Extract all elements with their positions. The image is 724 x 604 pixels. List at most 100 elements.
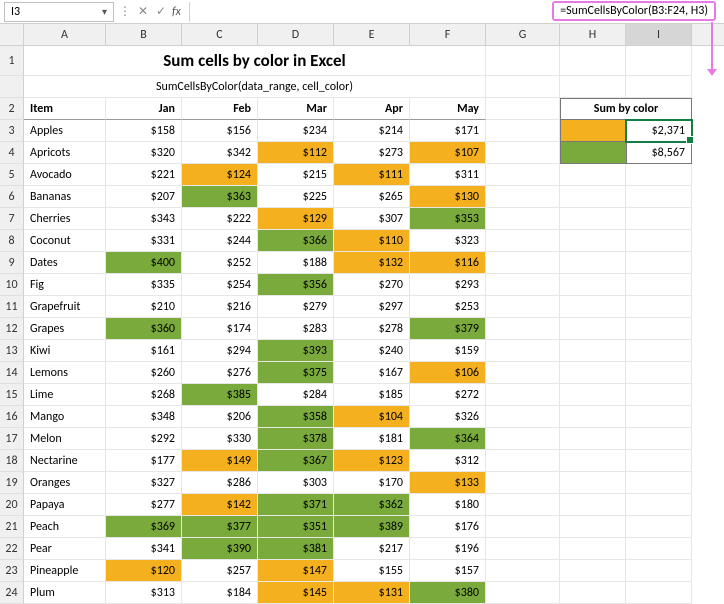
data-cell[interactable]: $253 bbox=[410, 296, 486, 318]
cell[interactable] bbox=[486, 340, 560, 362]
item-cell[interactable]: Papaya bbox=[24, 494, 106, 516]
cell[interactable] bbox=[626, 538, 692, 560]
item-cell[interactable]: Dates bbox=[24, 252, 106, 274]
cell[interactable] bbox=[486, 76, 560, 98]
data-cell[interactable]: $272 bbox=[410, 384, 486, 406]
item-cell[interactable]: Cherries bbox=[24, 208, 106, 230]
col-header[interactable]: H bbox=[560, 24, 626, 45]
item-cell[interactable]: Coconut bbox=[24, 230, 106, 252]
cell[interactable] bbox=[626, 296, 692, 318]
data-cell[interactable]: $132 bbox=[334, 252, 410, 274]
cell[interactable] bbox=[486, 120, 560, 142]
cell[interactable] bbox=[626, 252, 692, 274]
cell[interactable] bbox=[626, 164, 692, 186]
cell[interactable] bbox=[486, 142, 560, 164]
data-cell[interactable]: $254 bbox=[182, 274, 258, 296]
item-cell[interactable]: Apples bbox=[24, 120, 106, 142]
col-header[interactable]: B bbox=[106, 24, 182, 45]
cell[interactable] bbox=[560, 450, 626, 472]
cell[interactable] bbox=[560, 230, 626, 252]
data-cell[interactable]: $358 bbox=[258, 406, 334, 428]
data-cell[interactable]: $292 bbox=[106, 428, 182, 450]
item-cell[interactable]: Pineapple bbox=[24, 560, 106, 582]
data-cell[interactable]: $147 bbox=[258, 560, 334, 582]
sum-value-orange[interactable]: $2,371 bbox=[626, 120, 692, 142]
data-cell[interactable]: $326 bbox=[410, 406, 486, 428]
cell[interactable] bbox=[560, 186, 626, 208]
data-cell[interactable]: $177 bbox=[106, 450, 182, 472]
row-header[interactable]: 9 bbox=[0, 252, 24, 274]
data-cell[interactable]: $184 bbox=[182, 582, 258, 604]
data-cell[interactable]: $216 bbox=[182, 296, 258, 318]
cell[interactable] bbox=[486, 384, 560, 406]
item-cell[interactable]: Bananas bbox=[24, 186, 106, 208]
data-cell[interactable]: $161 bbox=[106, 340, 182, 362]
data-cell[interactable]: $385 bbox=[182, 384, 258, 406]
cell[interactable] bbox=[486, 406, 560, 428]
col-header[interactable]: G bbox=[486, 24, 560, 45]
cell[interactable] bbox=[486, 428, 560, 450]
data-cell[interactable]: $367 bbox=[258, 450, 334, 472]
row-header[interactable]: 13 bbox=[0, 340, 24, 362]
item-cell[interactable]: Peach bbox=[24, 516, 106, 538]
col-header[interactable]: A bbox=[24, 24, 106, 45]
data-cell[interactable]: $330 bbox=[182, 428, 258, 450]
row-header[interactable]: 12 bbox=[0, 318, 24, 340]
row-header[interactable]: 10 bbox=[0, 274, 24, 296]
data-cell[interactable]: $234 bbox=[258, 120, 334, 142]
row-header[interactable]: 24 bbox=[0, 582, 24, 604]
cell[interactable] bbox=[560, 208, 626, 230]
item-cell[interactable]: Lemons bbox=[24, 362, 106, 384]
row-header[interactable]: 23 bbox=[0, 560, 24, 582]
cell[interactable] bbox=[486, 516, 560, 538]
data-cell[interactable]: $167 bbox=[334, 362, 410, 384]
data-cell[interactable]: $217 bbox=[334, 538, 410, 560]
cell[interactable] bbox=[626, 406, 692, 428]
chevron-down-icon[interactable]: ▾ bbox=[102, 5, 107, 18]
row-header[interactable]: 17 bbox=[0, 428, 24, 450]
cell[interactable] bbox=[626, 340, 692, 362]
data-cell[interactable]: $240 bbox=[334, 340, 410, 362]
data-cell[interactable]: $265 bbox=[334, 186, 410, 208]
item-cell[interactable]: Apricots bbox=[24, 142, 106, 164]
cell[interactable] bbox=[626, 516, 692, 538]
data-cell[interactable]: $106 bbox=[410, 362, 486, 384]
cell[interactable] bbox=[626, 274, 692, 296]
data-cell[interactable]: $278 bbox=[334, 318, 410, 340]
row-header[interactable]: 15 bbox=[0, 384, 24, 406]
item-cell[interactable]: Kiwi bbox=[24, 340, 106, 362]
data-cell[interactable]: $331 bbox=[106, 230, 182, 252]
col-header[interactable]: E bbox=[334, 24, 410, 45]
data-cell[interactable]: $120 bbox=[106, 560, 182, 582]
data-cell[interactable]: $158 bbox=[106, 120, 182, 142]
row-header[interactable]: 22 bbox=[0, 538, 24, 560]
data-cell[interactable]: $142 bbox=[182, 494, 258, 516]
cell[interactable] bbox=[626, 428, 692, 450]
row-header[interactable]: 21 bbox=[0, 516, 24, 538]
cell[interactable] bbox=[626, 186, 692, 208]
item-cell[interactable]: Oranges bbox=[24, 472, 106, 494]
cell[interactable] bbox=[486, 582, 560, 604]
data-cell[interactable]: $210 bbox=[106, 296, 182, 318]
row-header[interactable]: 20 bbox=[0, 494, 24, 516]
item-cell[interactable]: Grapes bbox=[24, 318, 106, 340]
cell[interactable] bbox=[560, 362, 626, 384]
data-cell[interactable]: $221 bbox=[106, 164, 182, 186]
data-cell[interactable]: $371 bbox=[258, 494, 334, 516]
row-header[interactable]: 1 bbox=[0, 46, 24, 76]
item-cell[interactable]: Mango bbox=[24, 406, 106, 428]
cell[interactable] bbox=[626, 582, 692, 604]
data-cell[interactable]: $214 bbox=[334, 120, 410, 142]
col-header[interactable]: F bbox=[410, 24, 486, 45]
cell[interactable] bbox=[486, 560, 560, 582]
data-cell[interactable]: $327 bbox=[106, 472, 182, 494]
data-cell[interactable]: $380 bbox=[410, 582, 486, 604]
cell[interactable] bbox=[486, 296, 560, 318]
row-header[interactable]: 5 bbox=[0, 164, 24, 186]
data-cell[interactable]: $279 bbox=[258, 296, 334, 318]
data-cell[interactable]: $185 bbox=[334, 384, 410, 406]
data-cell[interactable]: $104 bbox=[334, 406, 410, 428]
data-cell[interactable]: $335 bbox=[106, 274, 182, 296]
cell[interactable] bbox=[560, 582, 626, 604]
cell[interactable] bbox=[560, 538, 626, 560]
